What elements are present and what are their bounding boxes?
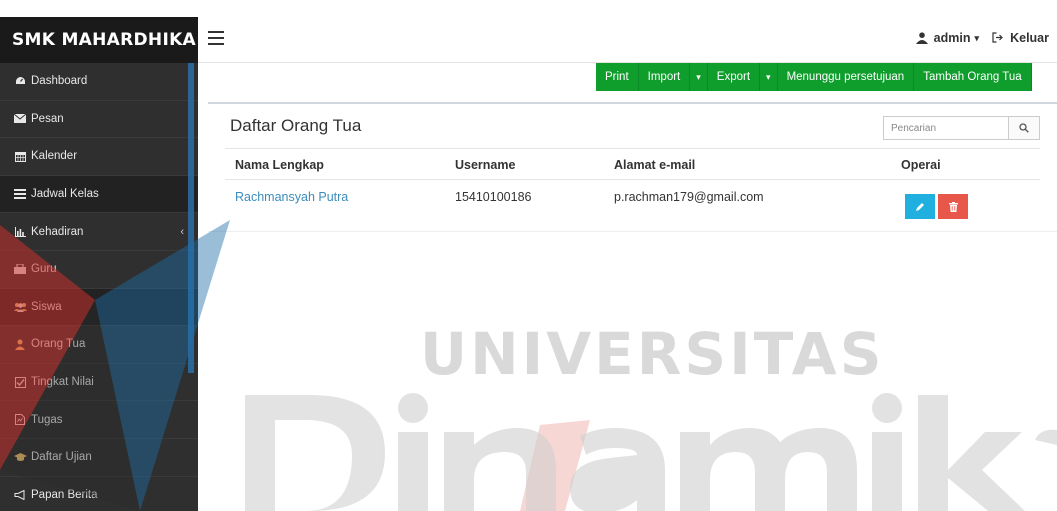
calendar-icon: [13, 150, 27, 162]
watermark-universitas: UNIVERSITAS: [420, 320, 885, 388]
pencil-icon: [916, 202, 924, 211]
export-dropdown-toggle[interactable]: ▾: [760, 63, 778, 91]
app-frame: SMK MAHARDHIKA Dashboard Pesan Kalender: [0, 0, 1057, 511]
sidebar-item-label: Guru: [31, 263, 57, 276]
sidebar-item-siswa[interactable]: Siswa: [0, 288, 198, 327]
search-box: Pencarian: [883, 116, 1040, 140]
sidebar-item-label: Dashboard: [31, 75, 88, 88]
page-title: Daftar Orang Tua: [230, 116, 362, 135]
parent-name-link[interactable]: Rachmansyah Putra: [235, 190, 348, 204]
sidebar-item-dashboard[interactable]: Dashboard: [0, 63, 198, 101]
chevron-left-icon[interactable]: ‹: [180, 226, 184, 238]
table-row: Rachmansyah Putra 15410100186 p.rachman1…: [225, 180, 1040, 224]
sidebar-item-label: Siswa: [31, 300, 62, 313]
edit-button[interactable]: [905, 194, 935, 219]
sidebar-item-label: Pesan: [31, 112, 64, 125]
add-parent-button[interactable]: Tambah Orang Tua: [914, 63, 1032, 91]
sidebar-scrollbar[interactable]: [188, 63, 194, 373]
sidebar-item-jadwal-kelas[interactable]: Jadwal Kelas: [0, 175, 198, 214]
sidebar: SMK MAHARDHIKA Dashboard Pesan Kalender: [0, 17, 198, 511]
dashboard-icon: [13, 75, 27, 87]
sidebar-item-label: Tingkat Nilai: [31, 376, 94, 389]
sidebar-item-daftar-ujian[interactable]: Daftar Ujian: [0, 438, 198, 477]
user-name: admin: [933, 31, 971, 45]
sidebar-item-label: Kehadiran: [31, 225, 84, 238]
action-toolbar: Print Import ▾ Export ▾ Menunggu persetu…: [596, 63, 1032, 91]
sidebar-item-tingkat-nilai[interactable]: Tingkat Nilai: [0, 363, 198, 402]
print-button[interactable]: Print: [596, 63, 639, 91]
column-header-name[interactable]: Nama Lengkap: [235, 158, 324, 172]
row-operations: [905, 194, 968, 219]
window-top-margin: [0, 0, 1057, 17]
sidebar-item-label: Jadwal Kelas: [31, 188, 99, 201]
search-button[interactable]: [1009, 116, 1040, 140]
top-header: admin ▾ Keluar: [198, 17, 1057, 63]
hamburger-menu-icon[interactable]: [208, 31, 224, 45]
username-cell: 15410100186: [455, 190, 532, 204]
column-header-operations: Operai: [901, 158, 941, 172]
sidebar-menu: Dashboard Pesan Kalender Jadwal Kelas Ke…: [0, 63, 198, 511]
email-cell: p.rachman179@gmail.com: [614, 190, 764, 204]
checkbox-icon: [13, 376, 27, 388]
sidebar-item-label: Tugas: [31, 413, 63, 426]
column-header-username[interactable]: Username: [455, 158, 515, 172]
sidebar-item-label: Daftar Ujian: [31, 451, 92, 464]
graduation-cap-icon: [13, 451, 27, 463]
logout-button[interactable]: Keluar: [992, 31, 1049, 45]
envelope-icon: [13, 113, 27, 125]
brand-logo-text[interactable]: SMK MAHARDHIKA: [0, 17, 198, 63]
user-dropdown[interactable]: admin ▾: [915, 31, 979, 45]
user-icon: [915, 32, 928, 44]
sidebar-item-label: Papan Berita: [31, 488, 98, 501]
search-input[interactable]: Pencarian: [883, 116, 1009, 140]
sidebar-item-label: Orang Tua: [31, 338, 86, 351]
bar-chart-icon: [13, 226, 27, 238]
sidebar-item-pesan[interactable]: Pesan: [0, 100, 198, 139]
pending-approval-button[interactable]: Menunggu persetujuan: [777, 63, 915, 91]
delete-button[interactable]: [938, 194, 968, 219]
import-button[interactable]: Import: [638, 63, 691, 91]
teacher-icon: [13, 263, 27, 275]
import-dropdown-toggle[interactable]: ▾: [690, 63, 708, 91]
list-icon: [13, 188, 27, 200]
users-icon: [13, 301, 27, 313]
sidebar-item-kehadiran[interactable]: Kehadiran ‹: [0, 213, 198, 251]
logout-icon: [992, 32, 1004, 44]
sidebar-item-papan-berita[interactable]: Papan Berita: [0, 476, 198, 511]
bullhorn-icon: [13, 489, 27, 501]
search-icon: [1019, 123, 1029, 133]
sidebar-item-label: Kalender: [31, 150, 78, 163]
sidebar-item-tugas[interactable]: Tugas: [0, 401, 198, 439]
sidebar-item-kalender[interactable]: Kalender: [0, 138, 198, 176]
column-header-email[interactable]: Alamat e-mail: [614, 158, 695, 172]
table-header: Nama Lengkap Username Alamat e-mail Oper…: [225, 148, 1040, 180]
caret-down-icon: ▾: [974, 32, 979, 43]
trash-icon: [948, 201, 958, 212]
export-button[interactable]: Export: [707, 63, 761, 91]
sidebar-item-orang-tua[interactable]: Orang Tua: [0, 326, 198, 364]
sidebar-item-guru[interactable]: Guru: [0, 250, 198, 289]
parents-panel: Daftar Orang Tua Pencarian Nama Lengkap …: [208, 102, 1057, 232]
file-icon: [13, 414, 27, 426]
user-icon: [13, 338, 27, 350]
logout-label: Keluar: [1010, 31, 1049, 45]
